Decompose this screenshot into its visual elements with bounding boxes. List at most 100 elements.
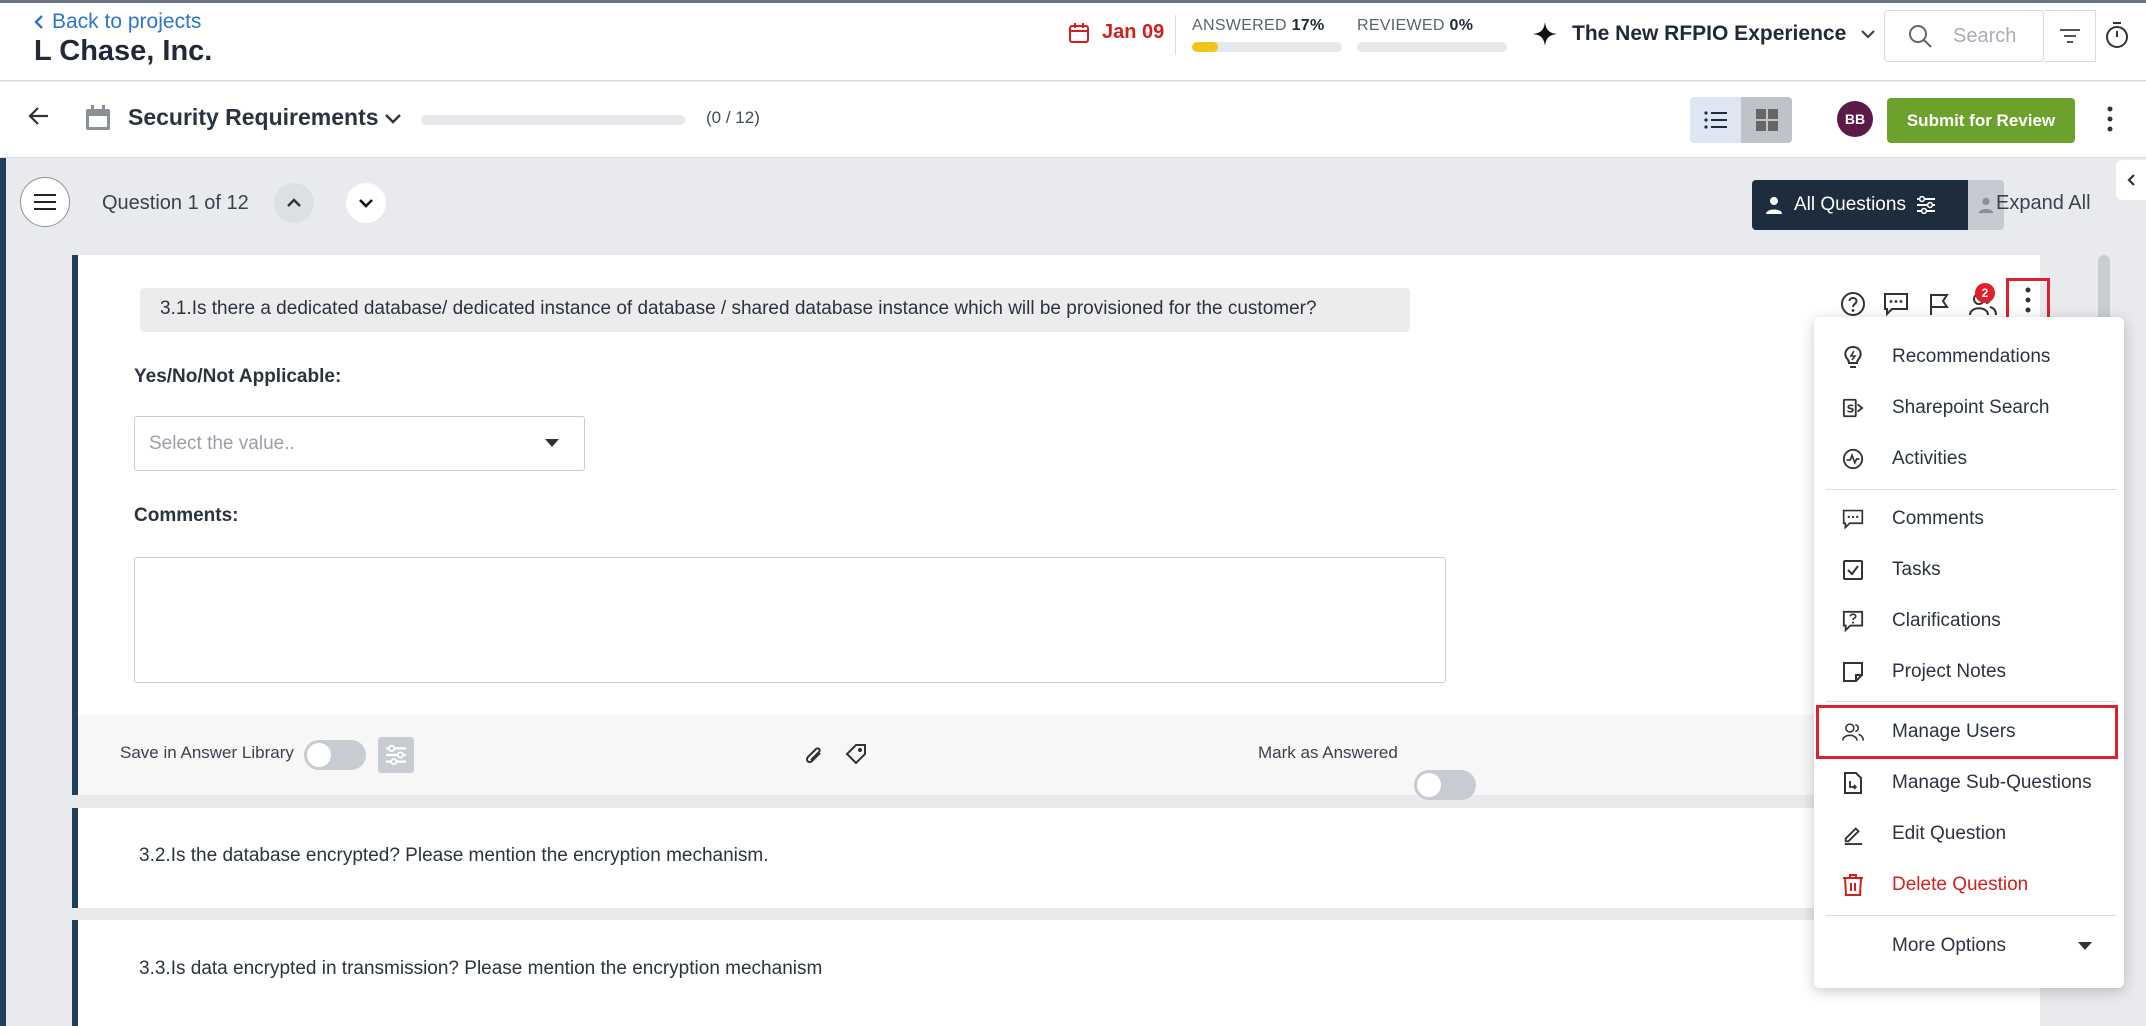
pencil-icon [1842, 823, 1864, 845]
back-link-label: Back to projects [52, 10, 202, 33]
all-questions-label: All Questions [1794, 194, 1906, 215]
menu-item-recommendations[interactable]: Recommendations [1814, 332, 2124, 382]
search-icon [1907, 23, 1933, 49]
menu-item-label: Sharepoint Search [1892, 397, 2050, 418]
library-settings-button[interactable] [378, 737, 414, 773]
chevron-up-icon [286, 198, 302, 208]
section-calendar-icon [84, 104, 112, 132]
comments-textarea[interactable] [134, 557, 1446, 683]
caret-down-icon [545, 439, 559, 447]
menu-item-label: Manage Sub-Questions [1892, 772, 2092, 793]
trash-icon [1842, 874, 1864, 896]
link-tag-button[interactable] [844, 742, 868, 766]
menu-item-label: Activities [1892, 448, 1967, 469]
activity-icon [1842, 448, 1864, 470]
menu-item-label: Delete Question [1892, 874, 2029, 895]
menu-item-comments[interactable]: Comments [1814, 494, 2124, 544]
menu-item-delete-question[interactable]: Delete Question [1814, 860, 2124, 910]
hamburger-icon [33, 193, 57, 211]
comments-button[interactable] [1879, 287, 1913, 321]
timer-button[interactable] [2104, 21, 2130, 49]
save-library-toggle[interactable] [304, 740, 366, 770]
mark-answered-toggle[interactable] [1414, 770, 1476, 800]
question-menu-button[interactable] [2006, 278, 2050, 322]
menu-item-more-options[interactable]: More Options [1814, 921, 2124, 971]
mark-answered-label: Mark as Answered [1258, 743, 1398, 762]
previous-question-button[interactable] [274, 183, 314, 223]
due-date[interactable]: Jan 09 [1068, 21, 1164, 44]
stopwatch-icon [2104, 21, 2130, 49]
menu-item-sharepoint-search[interactable]: S Sharepoint Search [1814, 383, 2124, 433]
experience-switcher[interactable]: The New RFPIO Experience [1532, 21, 1876, 47]
submit-for-review-button[interactable]: Submit for Review [1887, 98, 2075, 143]
menu-item-clarifications[interactable]: Clarifications [1814, 596, 2124, 646]
assigned-users-badge: 2 [1975, 283, 1995, 303]
side-panel-toggle[interactable] [2116, 160, 2146, 200]
menu-divider [1826, 915, 2116, 916]
field-label: Yes/No/Not Applicable: [134, 366, 342, 387]
menu-item-project-notes[interactable]: Project Notes [1814, 647, 2124, 697]
menu-item-label: More Options [1892, 935, 2007, 956]
back-to-projects-link[interactable]: Back to projects [34, 10, 201, 34]
next-question-button[interactable] [346, 183, 386, 223]
grid-view-button[interactable] [1741, 97, 1792, 143]
question-card[interactable]: 3.2.Is the database encrypted? Please me… [72, 808, 2040, 908]
question-counter: Question 1 of 12 [102, 192, 249, 214]
lightbulb-icon [1842, 345, 1864, 368]
all-questions-filter[interactable]: All Questions [1752, 180, 1968, 230]
answered-progress-bar [1192, 42, 1342, 52]
comment-icon [1842, 508, 1864, 530]
section-progress-bar [421, 115, 685, 125]
reviewed-progress-bar [1357, 42, 1507, 52]
question-text: 3.3.Is data encrypted in transmission? P… [139, 958, 823, 979]
flag-button[interactable] [1922, 287, 1956, 321]
question-actions-menu: Recommendations S Sharepoint Search Acti… [1814, 317, 2124, 988]
answer-select[interactable]: Select the value.. [134, 416, 585, 471]
menu-item-label: Clarifications [1892, 610, 2001, 631]
menu-item-manage-users[interactable]: Manage Users [1814, 707, 2124, 757]
filter-button[interactable] [2044, 10, 2096, 62]
chevron-down-icon [358, 198, 374, 208]
question-text: 3.1.Is there a dedicated database/ dedic… [140, 288, 1410, 332]
question-text: 3.2.Is the database encrypted? Please me… [139, 845, 769, 866]
comment-icon [1883, 292, 1909, 316]
list-view-button[interactable] [1690, 97, 1741, 143]
chevron-left-icon [2126, 173, 2136, 187]
due-date-text: Jan 09 [1102, 21, 1165, 43]
expand-all-button[interactable]: Expand All [1996, 192, 2091, 215]
search-box[interactable]: Search [1884, 10, 2044, 62]
avatar[interactable]: BB [1837, 101, 1873, 137]
caret-down-icon [2078, 942, 2092, 950]
sharepoint-icon: S [1842, 397, 1864, 419]
menu-item-label: Tasks [1892, 559, 1941, 580]
svg-text:S: S [1847, 403, 1855, 416]
calendar-icon [1068, 22, 1090, 44]
user-icon [1764, 195, 1784, 215]
question-footer: Save in Answer Library Mark as Answered [78, 715, 2040, 800]
section-dropdown-chevron[interactable] [384, 113, 402, 125]
more-actions-button[interactable] [2106, 106, 2114, 132]
attach-button[interactable] [802, 742, 824, 768]
section-title[interactable]: Security Requirements [128, 104, 379, 131]
menu-item-label: Recommendations [1892, 346, 2051, 367]
select-placeholder: Select the value.. [149, 432, 295, 454]
back-arrow-button[interactable] [28, 106, 50, 126]
help-button[interactable] [1836, 287, 1870, 321]
question-card[interactable]: 3.3.Is data encrypted in transmission? P… [72, 920, 2040, 1026]
answered-pct: 17% [1291, 17, 1325, 34]
menu-divider [1826, 489, 2116, 490]
menu-item-tasks[interactable]: Tasks [1814, 545, 2124, 595]
chevron-down-icon [1860, 29, 1876, 39]
note-icon [1842, 661, 1864, 683]
menu-item-label: Edit Question [1892, 823, 2007, 844]
menu-item-activities[interactable]: Activities [1814, 434, 2124, 484]
answered-label: ANSWERED [1192, 17, 1287, 34]
chevron-down-icon [384, 113, 402, 125]
reviewed-stat: REVIEWED 0% [1357, 17, 1507, 52]
menu-item-edit-question[interactable]: Edit Question [1814, 809, 2124, 859]
menu-item-label: Project Notes [1892, 661, 2007, 682]
menu-item-manage-sub-questions[interactable]: Manage Sub-Questions [1814, 758, 2124, 808]
question-list-toggle[interactable] [20, 177, 70, 227]
question-circle-icon [1840, 291, 1866, 317]
experience-label: The New RFPIO Experience [1572, 22, 1847, 45]
